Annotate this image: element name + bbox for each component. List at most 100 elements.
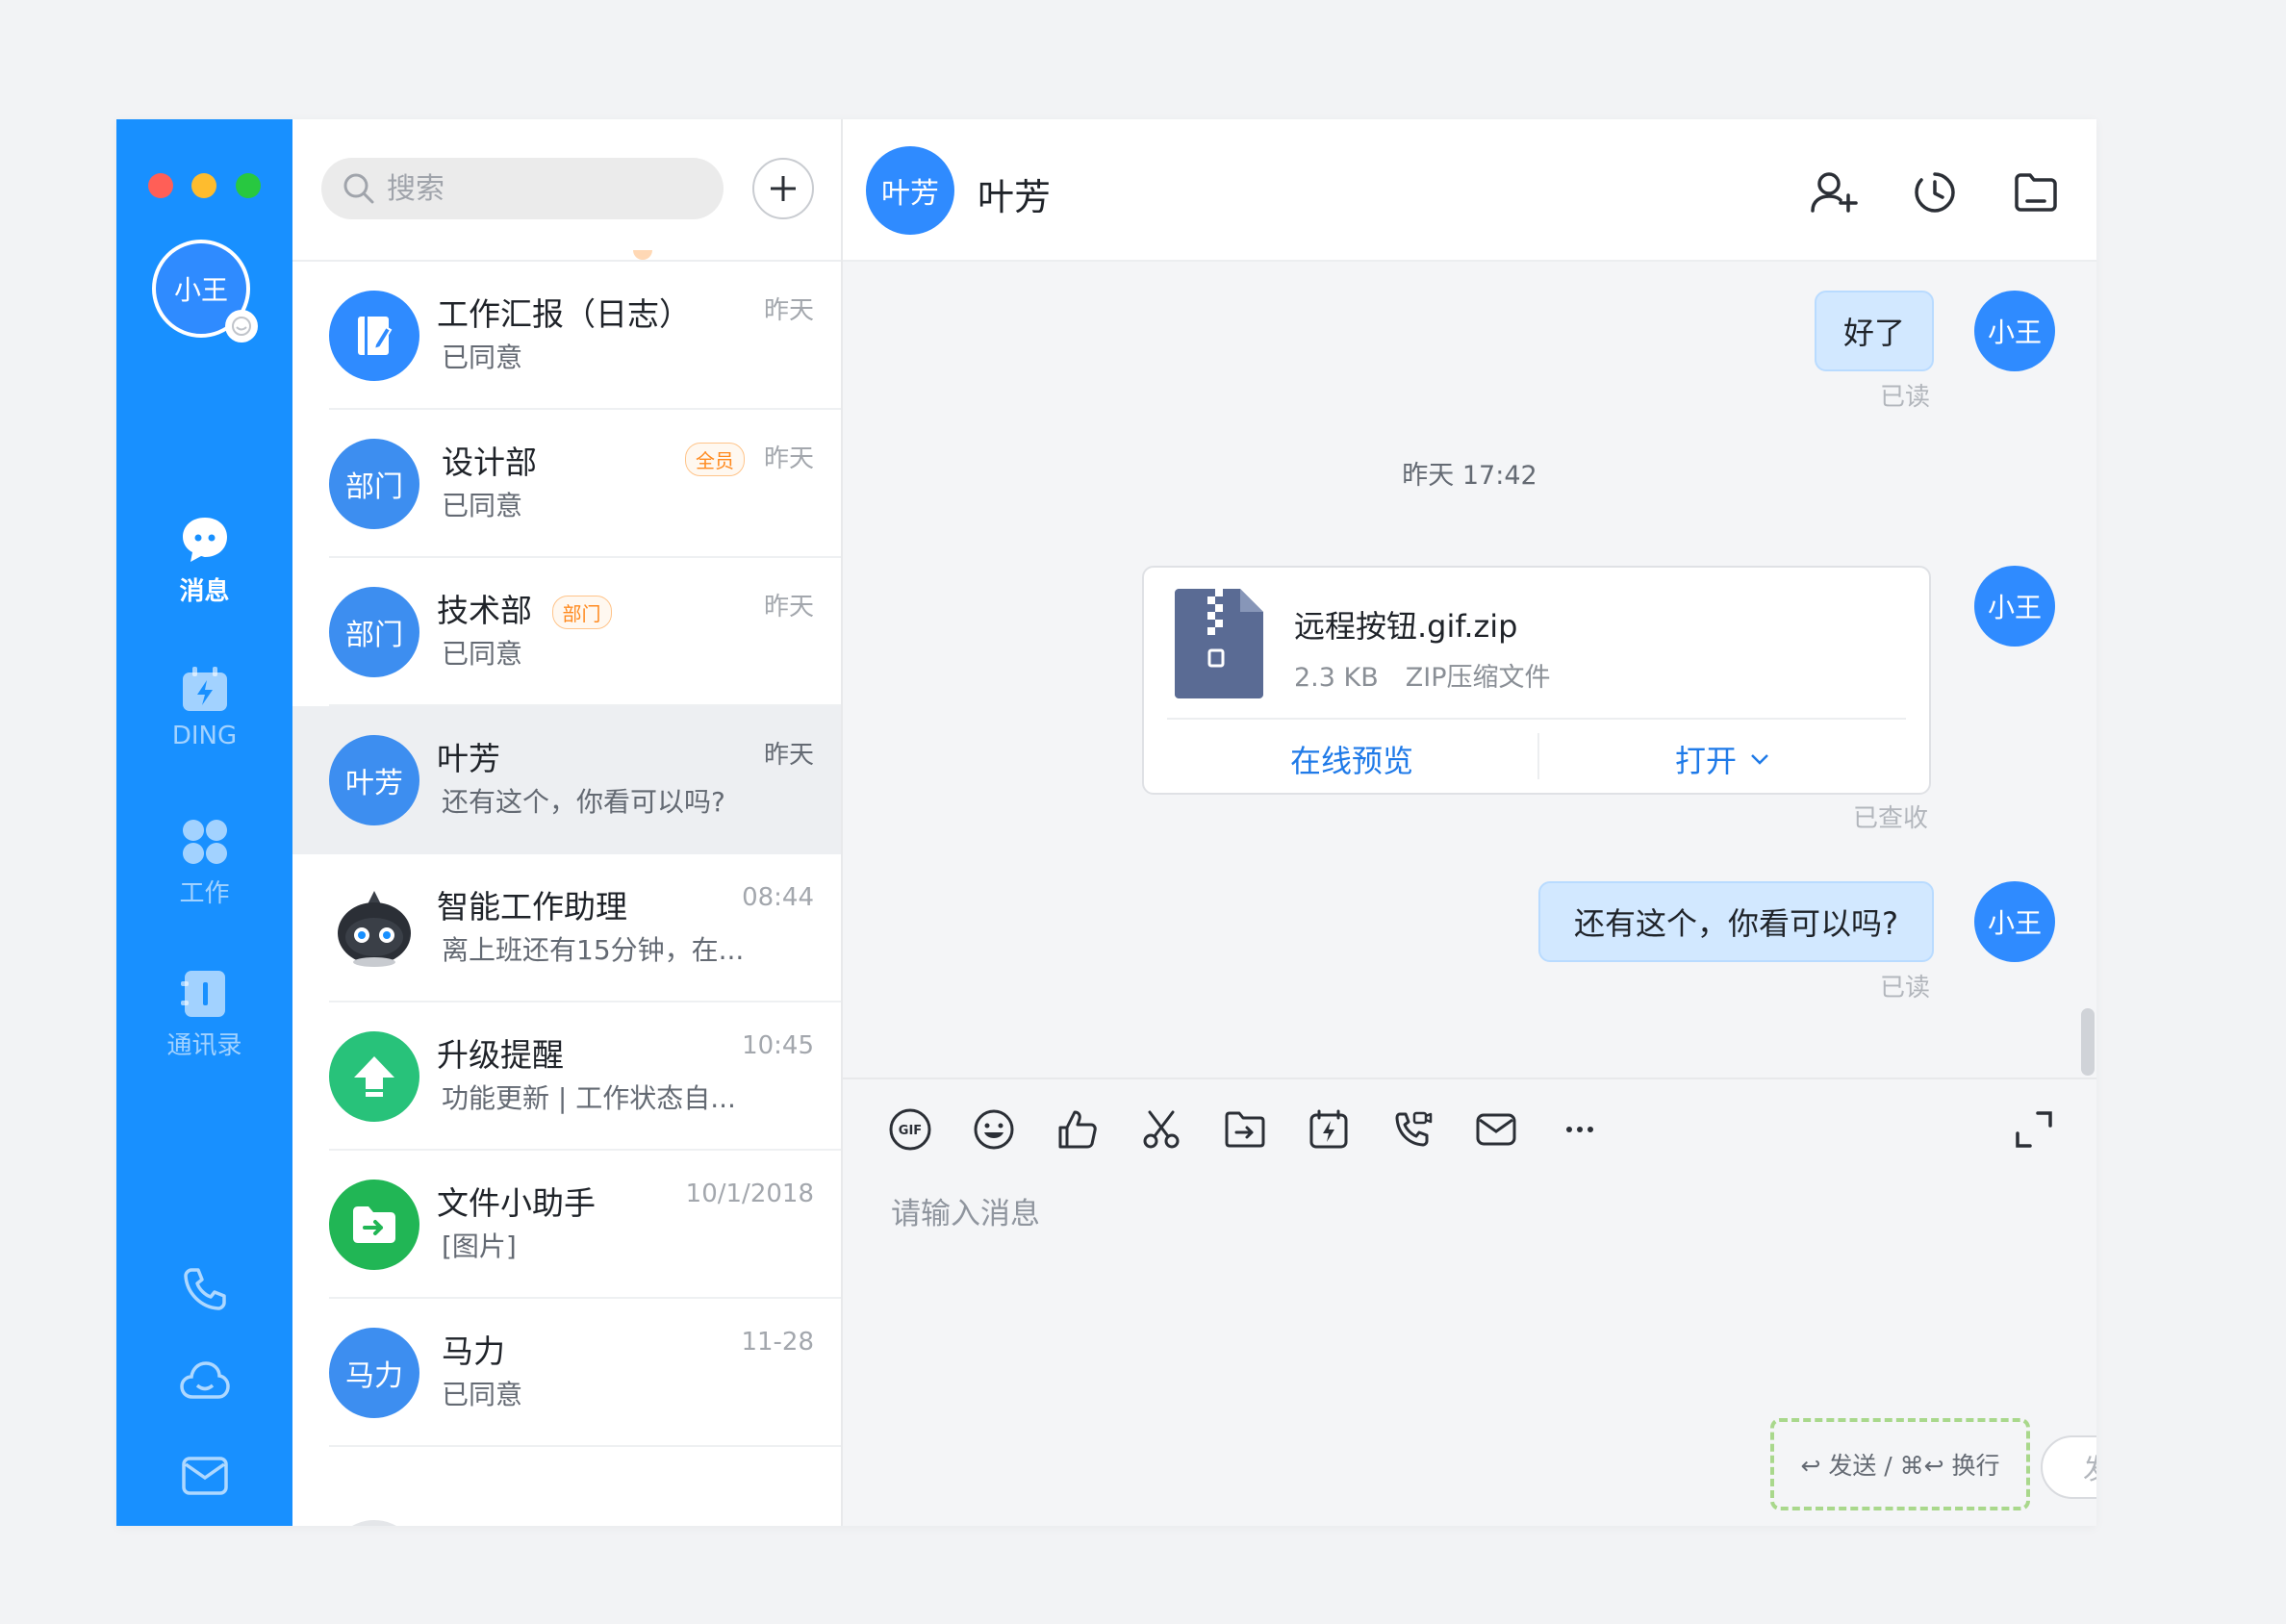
composer-divider (843, 1078, 2096, 1079)
chat-header: 叶芳 叶芳 (843, 119, 2096, 262)
conversation-time: 10/1/2018 (685, 1180, 814, 1208)
read-status: 已读 (1880, 974, 1931, 1002)
file-card-vdivider (1537, 733, 1539, 779)
conversation-item-tech-dept[interactable]: 部门 技术部 部门 已同意 昨天 (292, 558, 841, 706)
all-members-tag: 全员 (685, 443, 745, 476)
conversation-time: 11-28 (741, 1328, 814, 1357)
conversation-name: 文件小助手 (437, 1184, 596, 1222)
thumbs-up-icon (1058, 1110, 1097, 1149)
left-nav: 小王 消息 DING 工作 通讯录 (116, 119, 292, 1526)
conversation-time: 10:45 (742, 1031, 814, 1060)
folder-icon (2015, 173, 2057, 212)
file-message-card[interactable]: 远程按钮.gif.zip 2.3 KB ZIP压缩文件 在线预览 打开 (1142, 566, 1931, 795)
message-timestamp: 昨天 17:42 (1402, 461, 1537, 491)
zip-file-icon (1175, 589, 1263, 698)
conversation-preview: 已同意 (442, 342, 523, 373)
nav-item-contacts[interactable]: 通讯录 (116, 968, 292, 1061)
clock-icon (1915, 172, 1955, 213)
mail-button[interactable] (1471, 1104, 1521, 1155)
file-meta: 2.3 KB ZIP压缩文件 (1294, 656, 1551, 694)
conversation-time: 昨天 (763, 444, 814, 473)
nav-item-messages[interactable]: 消息 (116, 514, 292, 607)
expand-composer-button[interactable] (2009, 1104, 2059, 1155)
cloud-button[interactable] (116, 1358, 292, 1405)
apps-grid-icon (182, 820, 227, 864)
conversation-item-upgrade-reminder[interactable]: 升级提醒 功能更新 | 工作状态自... 10:45 (292, 1002, 841, 1151)
add-user-icon (1811, 172, 1858, 213)
message-input[interactable] (889, 1187, 2028, 1383)
file-name: 远程按钮.gif.zip (1294, 608, 1518, 645)
history-button[interactable] (1908, 165, 1962, 219)
ding-calendar-icon (1309, 1109, 1348, 1149)
file-card-divider (1167, 718, 1906, 720)
send-button[interactable]: 发送 (2041, 1435, 2096, 1499)
contact-avatar[interactable]: 叶芳 (866, 146, 954, 235)
report-notebook-icon (358, 317, 393, 355)
gif-button[interactable]: GIF (885, 1104, 935, 1155)
sender-avatar[interactable]: 小王 (1974, 566, 2055, 647)
emoji-button[interactable] (969, 1104, 1019, 1155)
department-tag: 部门 (551, 596, 612, 629)
composer-more-button[interactable] (1555, 1104, 1605, 1155)
conversation-item-file-helper[interactable]: 文件小助手 [图片] 10/1/2018 (292, 1151, 841, 1299)
mail-button[interactable] (116, 1455, 292, 1497)
message-bubble-question[interactable]: 还有这个，你看可以吗? (1538, 881, 1934, 962)
open-file-button[interactable]: 打开 (1675, 737, 1769, 781)
send-file-button[interactable] (1220, 1104, 1270, 1155)
thumbs-up-button[interactable] (1053, 1104, 1103, 1155)
screenshot-button[interactable] (1136, 1104, 1186, 1155)
send-shortcut-hint: ↩ 发送 / ⌘↩ 换行 (1770, 1418, 2030, 1510)
conversation-item-ma-li[interactable]: 马力 马力 已同意 11-28 (292, 1299, 841, 1447)
close-window-button[interactable] (148, 173, 173, 198)
more-icon (1566, 1127, 1593, 1132)
nav-label-contacts: 通讯录 (166, 1031, 242, 1060)
status-smile-icon[interactable] (225, 310, 258, 343)
app-window: 小王 消息 DING 工作 通讯录 搜索 工作汇报（日志） 已同意 昨天 部门 … (116, 119, 2096, 1526)
scissors-icon (1143, 1110, 1180, 1149)
tag-label: 全员 (685, 443, 745, 476)
partial-avatar-bottom (329, 1520, 419, 1526)
search-box[interactable] (321, 158, 724, 219)
partial-avatar (633, 250, 652, 260)
conversation-time: 昨天 (763, 741, 814, 770)
conversation-list: 工作汇报（日志） 已同意 昨天 部门 设计部 全员 已同意 昨天 部门 技术部 … (292, 119, 843, 1526)
plus-icon (771, 176, 796, 201)
conversation-preview: 已同意 (442, 490, 523, 521)
conversation-name: 智能工作助理 (437, 888, 627, 926)
minimize-window-button[interactable] (191, 173, 216, 198)
message-bubble-ok[interactable]: 好了 (1815, 291, 1934, 371)
conversation-name: 叶芳 (437, 740, 500, 777)
sender-avatar[interactable]: 小王 (1974, 291, 2055, 371)
sender-avatar[interactable]: 小王 (1974, 881, 2055, 962)
conversation-item-smart-assistant[interactable]: 智能工作助理 离上班还有15分钟，在... 08:44 (292, 854, 841, 1002)
conversation-item-ye-fang[interactable]: 叶芳 叶芳 还有这个，你看可以吗? 昨天 (292, 706, 841, 854)
files-button[interactable] (2009, 165, 2063, 219)
ding-button[interactable] (1304, 1104, 1354, 1155)
ma-li-avatar: 马力 (329, 1328, 419, 1418)
add-button[interactable] (752, 158, 814, 219)
add-member-button[interactable] (1807, 165, 1861, 219)
call-button[interactable] (1387, 1104, 1437, 1155)
mail-icon (1476, 1113, 1516, 1146)
zoom-window-button[interactable] (236, 173, 261, 198)
search-input[interactable] (385, 170, 677, 207)
conversation-item-work-report[interactable]: 工作汇报（日志） 已同意 昨天 (292, 262, 841, 410)
conversation-time: 昨天 (763, 296, 814, 325)
open-label: 打开 (1675, 743, 1738, 779)
conversation-name: 马力 (442, 1332, 505, 1370)
work-report-avatar (329, 291, 419, 381)
ding-calendar-icon (182, 667, 227, 711)
nav-item-work[interactable]: 工作 (116, 816, 292, 909)
conversation-item-design-dept[interactable]: 部门 设计部 全员 已同意 昨天 (292, 410, 841, 558)
conversation-preview: 已同意 (442, 638, 523, 670)
contact-name: 叶芳 (978, 176, 1052, 218)
file-type: ZIP压缩文件 (1405, 663, 1551, 693)
online-preview-button[interactable]: 在线预览 (1290, 737, 1413, 781)
phone-icon (183, 1268, 226, 1310)
phone-button[interactable] (116, 1264, 292, 1314)
nav-item-ding[interactable]: DING (116, 664, 292, 750)
chat-scrollbar[interactable] (2081, 1008, 2095, 1076)
cloud-icon (179, 1361, 230, 1399)
emoji-icon (974, 1109, 1014, 1150)
file-helper-avatar (329, 1180, 419, 1270)
